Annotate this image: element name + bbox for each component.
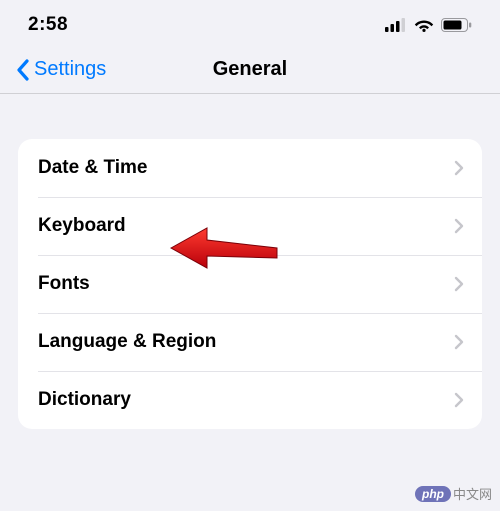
row-label: Dictionary [38, 389, 131, 411]
row-label: Date & Time [38, 157, 147, 179]
status-bar: 2:58 [0, 0, 500, 46]
watermark-text: 中文网 [453, 484, 492, 503]
row-fonts[interactable]: Fonts [18, 255, 482, 313]
row-label: Language & Region [38, 331, 216, 353]
back-button[interactable]: Settings [16, 58, 106, 81]
settings-list: Date & Time Keyboard Fonts Language & Re… [18, 139, 482, 429]
watermark: php 中文网 [415, 484, 492, 503]
content: Date & Time Keyboard Fonts Language & Re… [0, 94, 500, 429]
cellular-icon [385, 18, 407, 32]
row-dictionary[interactable]: Dictionary [18, 371, 482, 429]
chevron-left-icon [16, 59, 30, 81]
status-indicators [385, 18, 472, 32]
row-label: Fonts [38, 273, 90, 295]
watermark-badge: php [415, 486, 451, 502]
row-keyboard[interactable]: Keyboard [18, 197, 482, 255]
battery-icon [441, 18, 472, 32]
chevron-right-icon [454, 160, 464, 176]
chevron-right-icon [454, 392, 464, 408]
chevron-right-icon [454, 218, 464, 234]
nav-bar: Settings General [0, 46, 500, 94]
back-label: Settings [34, 58, 106, 81]
row-date-time[interactable]: Date & Time [18, 139, 482, 197]
chevron-right-icon [454, 276, 464, 292]
wifi-icon [414, 18, 434, 32]
row-language-region[interactable]: Language & Region [18, 313, 482, 371]
row-label: Keyboard [38, 215, 126, 237]
chevron-right-icon [454, 334, 464, 350]
status-time: 2:58 [28, 14, 68, 36]
